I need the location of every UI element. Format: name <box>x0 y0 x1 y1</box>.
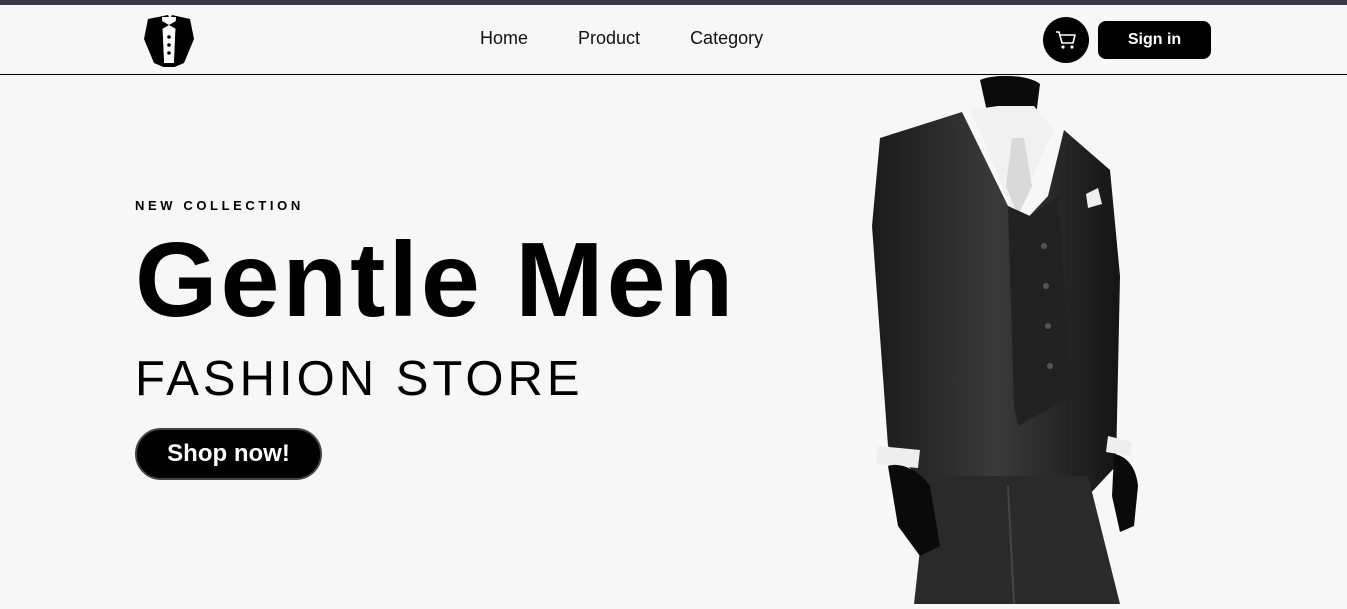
hero-eyebrow: NEW COLLECTION <box>135 198 304 213</box>
nav-category[interactable]: Category <box>690 28 763 49</box>
sign-in-button[interactable]: Sign in <box>1098 21 1211 59</box>
suit-mannequin-image <box>858 75 1148 605</box>
nav-product[interactable]: Product <box>578 28 640 49</box>
site-header: Home Product Category Sign in <box>0 5 1347 75</box>
main-nav: Home Product Category <box>480 28 763 49</box>
nav-home[interactable]: Home <box>480 28 528 49</box>
hero-subtitle: FASHION STORE <box>135 352 584 406</box>
hero-text: NEW COLLECTION Gentle Men FASHION STORE <box>135 198 736 404</box>
hero-title: Gentle Men <box>135 221 737 339</box>
shop-now-button[interactable]: Shop now! <box>135 428 322 480</box>
shopping-cart-icon <box>1056 31 1076 49</box>
tuxedo-logo-icon[interactable] <box>140 13 198 69</box>
cart-button[interactable] <box>1043 17 1089 63</box>
